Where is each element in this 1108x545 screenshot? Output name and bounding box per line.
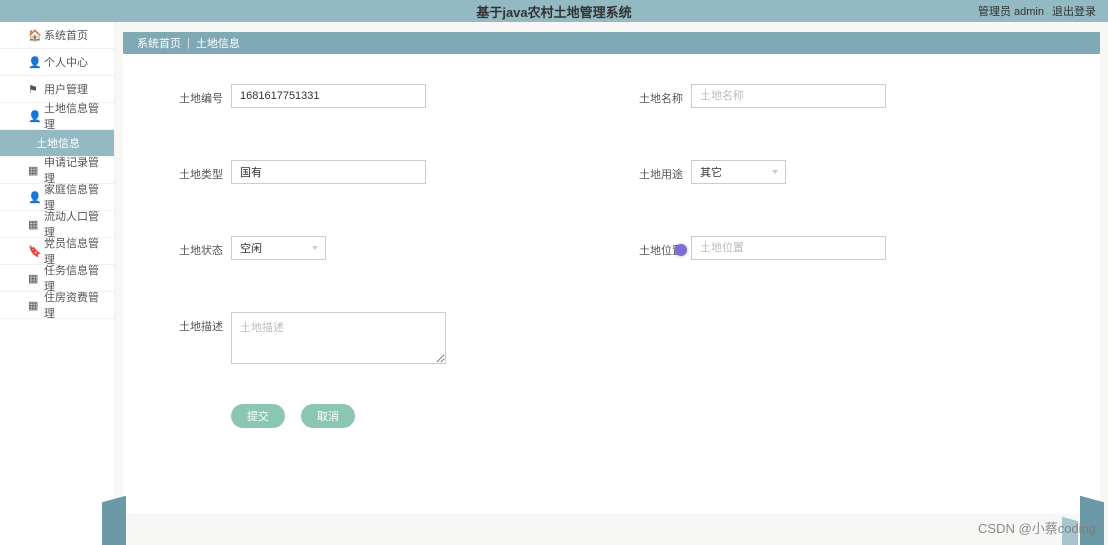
sidebar-item-family[interactable]: 👤 家庭信息管理 — [0, 184, 114, 211]
textarea-tudi-miaoshu[interactable] — [231, 312, 446, 364]
decoration — [1080, 496, 1104, 545]
sidebar-item-apply[interactable]: ▦ 申请记录管理 — [0, 157, 114, 184]
topbar-right: 管理员 admin 退出登录 — [978, 3, 1096, 19]
sidebar-item-home[interactable]: 🏠 系统首页 — [0, 22, 114, 49]
flag-icon: ⚑ — [28, 83, 40, 96]
select-value: 其它 — [700, 164, 722, 180]
admin-label[interactable]: 管理员 admin — [978, 3, 1044, 19]
cursor-indicator — [675, 244, 687, 256]
field-tudi-zhuangtai: 土地状态 空闲 — [163, 236, 623, 260]
submit-button[interactable]: 提交 — [231, 404, 285, 428]
sidebar-item-label: 系统首页 — [44, 27, 88, 43]
sidebar-item-label: 个人中心 — [44, 54, 88, 70]
input-tudi-bianhao[interactable] — [231, 84, 426, 108]
label-tudi-miaoshu: 土地描述 — [163, 312, 223, 334]
breadcrumb-root[interactable]: 系统首页 — [137, 35, 181, 51]
home-icon: 🏠 — [28, 29, 40, 42]
sidebar-item-profile[interactable]: 👤 个人中心 — [0, 49, 114, 76]
breadcrumb-current: 土地信息 — [196, 35, 240, 51]
select-value: 空闲 — [240, 240, 262, 256]
user-icon: 👤 — [28, 110, 40, 123]
field-tudi-bianhao: 土地编号 — [163, 84, 623, 108]
button-row: 提交 取消 — [231, 404, 1060, 428]
sidebar-item-land-info[interactable]: 👤 土地信息管理 — [0, 103, 114, 130]
label-tudi-bianhao: 土地编号 — [163, 84, 223, 106]
input-tudi-leixing[interactable] — [231, 160, 426, 184]
label-tudi-leixing: 土地类型 — [163, 160, 223, 182]
sidebar-item-float-pop[interactable]: ▦ 流动人口管理 — [0, 211, 114, 238]
grid-icon: ▦ — [28, 272, 40, 285]
decoration — [1062, 517, 1078, 545]
bookmark-icon: 🔖 — [28, 245, 40, 258]
sidebar-item-label: 土地信息管理 — [44, 100, 106, 132]
sidebar-item-label: 土地信息 — [36, 135, 80, 151]
page-title: 基于java农村土地管理系统 — [476, 2, 631, 21]
sidebar-item-land-info-sub[interactable]: 土地信息 — [0, 130, 114, 157]
input-tudi-weizhi[interactable] — [691, 236, 886, 260]
label-tudi-zhuangtai: 土地状态 — [163, 236, 223, 258]
sidebar-item-label: 住房资费管理 — [44, 289, 106, 321]
sidebar: 🏠 系统首页 👤 个人中心 ⚑ 用户管理 👤 土地信息管理 土地信息 ▦ 申请记… — [0, 22, 115, 545]
sidebar-item-housing[interactable]: ▦ 住房资费管理 — [0, 292, 114, 319]
grid-icon: ▦ — [28, 218, 40, 231]
grid-icon: ▦ — [28, 164, 40, 177]
sidebar-item-label: 用户管理 — [44, 81, 88, 97]
field-tudi-leixing: 土地类型 — [163, 160, 623, 184]
topbar: 基于java农村土地管理系统 管理员 admin 退出登录 — [0, 0, 1108, 22]
select-tudi-zhuangtai[interactable]: 空闲 — [231, 236, 326, 260]
form-panel: 土地编号 土地名称 土地类型 土地用途 其它 — [123, 54, 1100, 514]
breadcrumb-sep: | — [187, 37, 190, 49]
sidebar-item-party[interactable]: 🔖 党员信息管理 — [0, 238, 114, 265]
field-tudi-miaoshu: 土地描述 — [163, 312, 623, 364]
sidebar-item-users[interactable]: ⚑ 用户管理 — [0, 76, 114, 103]
grid-icon: ▦ — [28, 299, 40, 312]
user-icon: 👤 — [28, 56, 40, 69]
sidebar-item-task[interactable]: ▦ 任务信息管理 — [0, 265, 114, 292]
field-tudi-mingcheng: 土地名称 — [623, 84, 886, 108]
input-tudi-mingcheng[interactable] — [691, 84, 886, 108]
user-icon: 👤 — [28, 191, 40, 204]
main: 系统首页 | 土地信息 土地编号 土地名称 土地类型 — [115, 22, 1108, 545]
logout-link[interactable]: 退出登录 — [1052, 3, 1096, 19]
label-tudi-yongtu: 土地用途 — [623, 160, 683, 182]
cancel-button[interactable]: 取消 — [301, 404, 355, 428]
label-tudi-weizhi: 土地位置 — [623, 236, 683, 258]
field-tudi-yongtu: 土地用途 其它 — [623, 160, 786, 184]
field-tudi-weizhi: 土地位置 — [623, 236, 886, 260]
breadcrumb: 系统首页 | 土地信息 — [123, 32, 1100, 54]
select-tudi-yongtu[interactable]: 其它 — [691, 160, 786, 184]
decoration — [102, 496, 126, 545]
label-tudi-mingcheng: 土地名称 — [623, 84, 683, 106]
